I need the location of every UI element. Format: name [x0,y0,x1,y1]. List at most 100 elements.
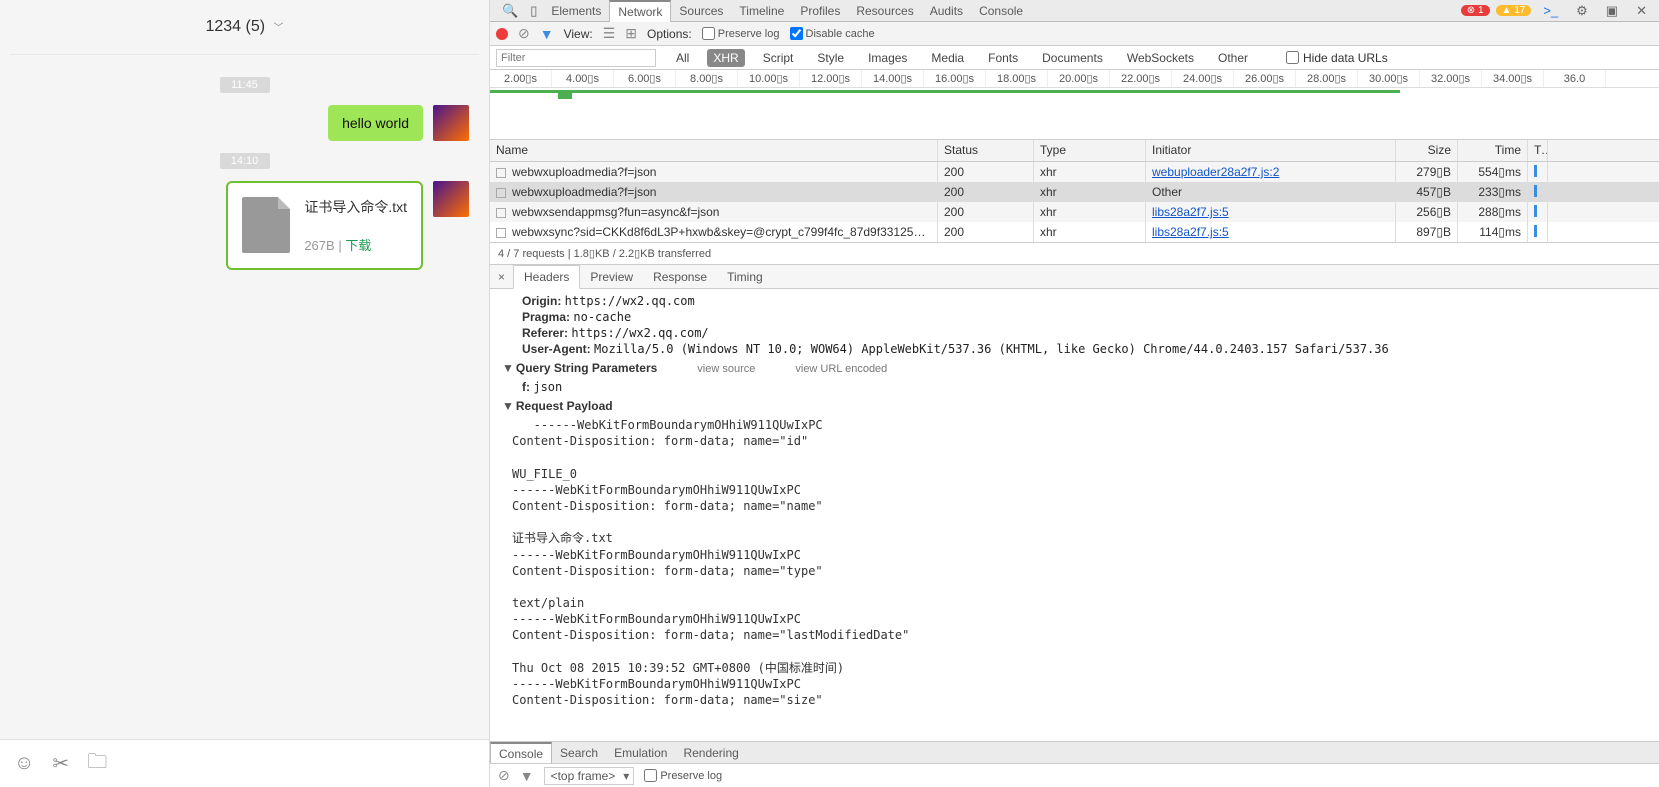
device-icon[interactable]: ▯ [524,3,543,19]
view-source-link[interactable]: view source [697,363,755,375]
view-small-icon[interactable]: ⊞ [625,25,637,42]
view-large-icon[interactable]: ☰ [603,25,616,42]
clear-icon[interactable]: ⊘ [518,25,530,42]
filter-script[interactable]: Script [757,49,800,67]
record-button[interactable] [496,28,508,40]
payload-content: ------WebKitFormBoundarymOHhiW911QUwIxPC… [502,417,1659,708]
col-time[interactable]: Time [1458,140,1528,161]
avatar[interactable] [433,105,469,141]
timeline-tick: 2.00▯s [490,70,552,87]
hdr-pragma-key: Pragma: [522,310,570,324]
preserve-log-checkbox[interactable]: Preserve log [702,27,780,40]
disable-cache-label: Disable cache [806,28,875,40]
filter-fonts[interactable]: Fonts [982,49,1024,67]
folder-icon[interactable]: 🗀 [87,747,107,781]
file-attachment-card[interactable]: 证书导入命令.txt 267B | 下载 [226,181,423,270]
message-bubble: hello world [328,105,423,141]
filter-images[interactable]: Images [862,49,913,67]
filter-icon[interactable]: ▼ [540,26,554,42]
filter-all[interactable]: All [670,49,695,67]
network-filter-input[interactable] [496,49,656,67]
timeline-dash [1534,205,1537,217]
close-icon[interactable]: ✕ [1630,3,1653,19]
col-type[interactable]: Type [1034,140,1146,161]
chat-title-text: 1234 (5) [205,18,265,35]
filter-style[interactable]: Style [811,49,850,67]
timeline-tick: 36.0 [1544,70,1606,87]
timeline-tick: 26.00▯s [1234,70,1296,87]
chat-header: 1234 (5) ﹀ [10,0,479,55]
file-icon [496,168,506,178]
dock-icon[interactable]: ▣ [1600,3,1624,19]
view-url-encoded-link[interactable]: view URL encoded [795,363,887,375]
filter-websockets[interactable]: WebSockets [1121,49,1200,67]
devtools-panel: 🔍 ▯ Elements Network Sources Timeline Pr… [490,0,1659,787]
request-payload-header[interactable]: ▼Request Payload [502,395,1659,417]
table-row[interactable]: webwxsync?sid=CKKd8f6dL3P+hxwb&skey=@cry… [490,222,1659,242]
hide-data-urls-checkbox[interactable]: Hide data URLs [1286,51,1388,65]
network-timeline-overview[interactable]: 2.00▯s4.00▯s6.00▯s8.00▯s10.00▯s12.00▯s14… [490,70,1659,140]
tab-console[interactable]: Console [971,1,1031,21]
tab-sources[interactable]: Sources [671,1,731,21]
timeline-tick: 12.00▯s [800,70,862,87]
settings-gear-icon[interactable]: ⚙ [1570,3,1594,19]
drawer-tab-rendering[interactable]: Rendering [675,743,746,763]
timeline-tick: 14.00▯s [862,70,924,87]
filter-console-icon[interactable]: ▼ [520,768,534,784]
timeline-tick: 16.00▯s [924,70,986,87]
table-row[interactable]: webwxuploadmedia?f=json200xhrOther457▯B2… [490,182,1659,202]
tab-timeline[interactable]: Timeline [731,1,792,21]
warning-count-badge[interactable]: 17 [1496,5,1532,16]
inspect-icon[interactable]: 🔍 [496,3,524,19]
console-preserve-log-label: Preserve log [660,770,722,782]
avatar[interactable] [433,181,469,217]
timeline-ruler: 2.00▯s4.00▯s6.00▯s8.00▯s10.00▯s12.00▯s14… [490,70,1659,88]
console-preserve-log-checkbox[interactable]: Preserve log [644,769,722,782]
close-details-icon[interactable]: × [490,270,513,284]
file-meta: 267B | 下载 [304,235,407,254]
tab-audits[interactable]: Audits [922,1,971,21]
chat-title[interactable]: 1234 (5) ﹀ [205,18,283,35]
tab-resources[interactable]: Resources [848,1,921,21]
time-pill: 14:10 [220,153,270,169]
error-count-badge[interactable]: 1 [1461,5,1490,16]
col-timeline[interactable]: Tim [1528,140,1548,161]
col-status[interactable]: Status [938,140,1034,161]
disable-cache-checkbox[interactable]: Disable cache [790,27,875,40]
clear-console-icon[interactable]: ⊘ [498,767,510,784]
devtools-tab-bar: 🔍 ▯ Elements Network Sources Timeline Pr… [490,0,1659,22]
filter-documents[interactable]: Documents [1036,49,1109,67]
devtools-right-icons: 1 17 >_ ⚙ ▣ ✕ [1461,3,1653,19]
col-size[interactable]: Size [1396,140,1458,161]
tab-profiles[interactable]: Profiles [792,1,848,21]
frame-selector[interactable]: <top frame> [544,767,635,785]
file-info: 证书导入命令.txt 267B | 下载 [304,197,407,254]
tab-elements[interactable]: Elements [543,1,609,21]
download-link[interactable]: 下载 [345,238,371,253]
details-tab-timing[interactable]: Timing [717,266,773,288]
table-row[interactable]: webwxuploadmedia?f=json200xhrwebuploader… [490,162,1659,182]
emoji-icon[interactable]: ☺ [14,752,34,775]
col-name[interactable]: Name [490,140,938,161]
table-row[interactable]: webwxsendappmsg?fun=async&f=json200xhrli… [490,202,1659,222]
drawer-tab-emulation[interactable]: Emulation [606,743,675,763]
details-tab-headers[interactable]: Headers [513,265,580,289]
preserve-log-label: Preserve log [718,28,780,40]
filter-xhr[interactable]: XHR [707,49,744,67]
details-tab-preview[interactable]: Preview [580,266,643,288]
filter-other[interactable]: Other [1212,49,1254,67]
drawer-toggle-icon[interactable]: >_ [1537,3,1564,18]
filter-media[interactable]: Media [925,49,970,67]
chevron-down-icon: ﹀ [274,23,284,34]
drawer-tab-console[interactable]: Console [490,742,552,764]
query-string-parameters-header[interactable]: ▼Query String Parameters view source vie… [502,357,1659,379]
scissors-icon[interactable]: ✂ [52,751,69,776]
file-name: 证书导入命令.txt [304,197,407,217]
separator: | [335,238,346,253]
tab-network[interactable]: Network [609,0,671,22]
hdr-ua-val: Mozilla/5.0 (Windows NT 10.0; WOW64) App… [594,342,1389,356]
details-tab-response[interactable]: Response [643,266,717,288]
message-row: hello world [20,105,469,141]
col-initiator[interactable]: Initiator [1146,140,1396,161]
drawer-tab-search[interactable]: Search [552,743,606,763]
